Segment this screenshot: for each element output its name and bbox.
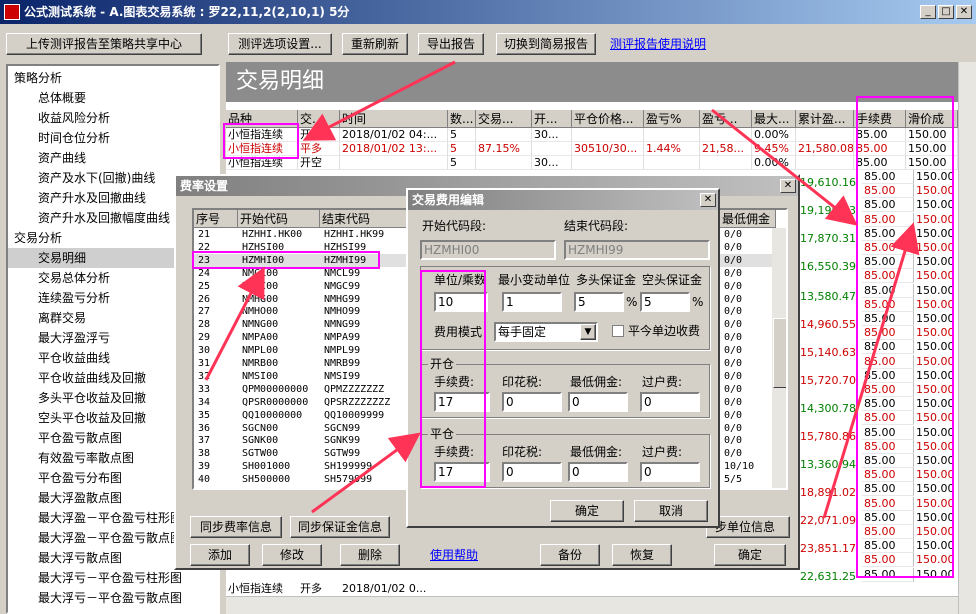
arrow [204, 266, 265, 381]
arrow [822, 222, 920, 519]
annotation-arrows [204, 60, 920, 519]
arrow [311, 432, 421, 514]
arrow [711, 108, 858, 226]
arrow [302, 60, 456, 141]
